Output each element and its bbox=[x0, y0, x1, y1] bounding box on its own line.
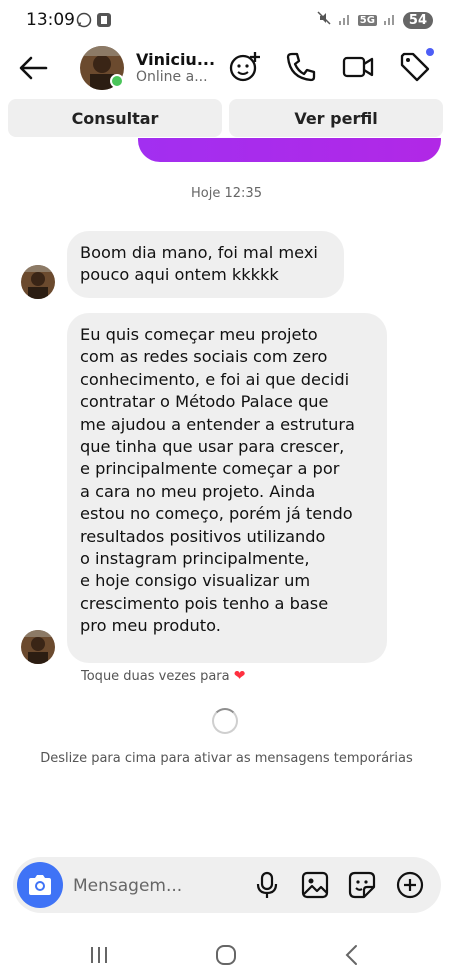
tag-button[interactable] bbox=[398, 48, 434, 84]
recent-apps-icon bbox=[91, 947, 107, 963]
voice-call-button[interactable] bbox=[284, 50, 318, 84]
received-message[interactable]: Boom dia mano, foi mal mexi pouco aqui o… bbox=[67, 231, 344, 298]
signal-icon-2 bbox=[383, 11, 397, 30]
signal-icon bbox=[338, 11, 352, 30]
sent-message-bubble[interactable] bbox=[138, 138, 441, 162]
nav-back-button[interactable] bbox=[337, 940, 367, 970]
mute-icon bbox=[316, 10, 332, 30]
chat-header: Viniciu... Online a... bbox=[0, 40, 453, 96]
system-nav-bar bbox=[0, 930, 453, 980]
consult-button[interactable]: Consultar bbox=[8, 99, 222, 137]
plus-icon bbox=[396, 871, 424, 899]
app-notification-icon bbox=[96, 12, 112, 28]
message-input[interactable] bbox=[71, 871, 225, 901]
microphone-icon bbox=[256, 871, 278, 898]
back-icon bbox=[345, 945, 357, 965]
battery-indicator: 54 bbox=[402, 11, 433, 29]
home-icon bbox=[216, 945, 236, 965]
message-avatar[interactable] bbox=[21, 630, 55, 664]
status-time: 13:09 bbox=[26, 10, 75, 30]
sticker-button[interactable] bbox=[347, 870, 377, 900]
recent-apps-button[interactable] bbox=[84, 940, 114, 970]
video-call-button[interactable] bbox=[341, 50, 375, 84]
more-options-button[interactable] bbox=[395, 870, 425, 900]
double-tap-hint-text: Toque duas vezes para bbox=[81, 669, 230, 684]
gallery-button[interactable] bbox=[300, 870, 330, 900]
back-arrow-icon bbox=[19, 56, 48, 80]
swipe-hint: Deslize para cima para ativar as mensage… bbox=[40, 751, 413, 766]
message-avatar[interactable] bbox=[21, 265, 55, 299]
received-message[interactable]: Eu quis começar meu projeto com as redes… bbox=[67, 313, 387, 663]
video-icon bbox=[342, 56, 374, 78]
chat-timestamp: Hoje 12:35 bbox=[191, 186, 262, 201]
heart-icon: ❤ bbox=[233, 668, 246, 684]
camera-icon bbox=[29, 875, 51, 895]
contact-name[interactable]: Viniciu... bbox=[136, 50, 215, 69]
contact-status: Online a... bbox=[136, 69, 208, 85]
loading-spinner bbox=[212, 708, 238, 734]
phone-icon bbox=[286, 52, 316, 82]
sticker-add-button[interactable] bbox=[228, 50, 262, 84]
status-left-icons bbox=[76, 12, 112, 28]
whatsapp-icon bbox=[76, 12, 92, 28]
contact-avatar[interactable] bbox=[80, 46, 124, 90]
double-tap-hint: Toque duas vezes para ❤ bbox=[81, 668, 246, 684]
status-bar: 13:09 5G 54 bbox=[0, 0, 453, 40]
camera-button[interactable] bbox=[17, 862, 63, 908]
sticker-icon bbox=[348, 871, 376, 899]
status-right: 5G 54 bbox=[316, 10, 433, 30]
message-composer bbox=[13, 857, 441, 913]
gallery-icon bbox=[301, 871, 329, 899]
sticker-add-icon bbox=[229, 52, 260, 82]
home-button[interactable] bbox=[211, 940, 241, 970]
online-indicator bbox=[110, 74, 124, 88]
network-type: 5G bbox=[357, 14, 377, 26]
back-button[interactable] bbox=[16, 52, 50, 84]
view-profile-button[interactable]: Ver perfil bbox=[229, 99, 443, 137]
voice-message-button[interactable] bbox=[252, 870, 282, 900]
notification-dot bbox=[426, 48, 434, 56]
